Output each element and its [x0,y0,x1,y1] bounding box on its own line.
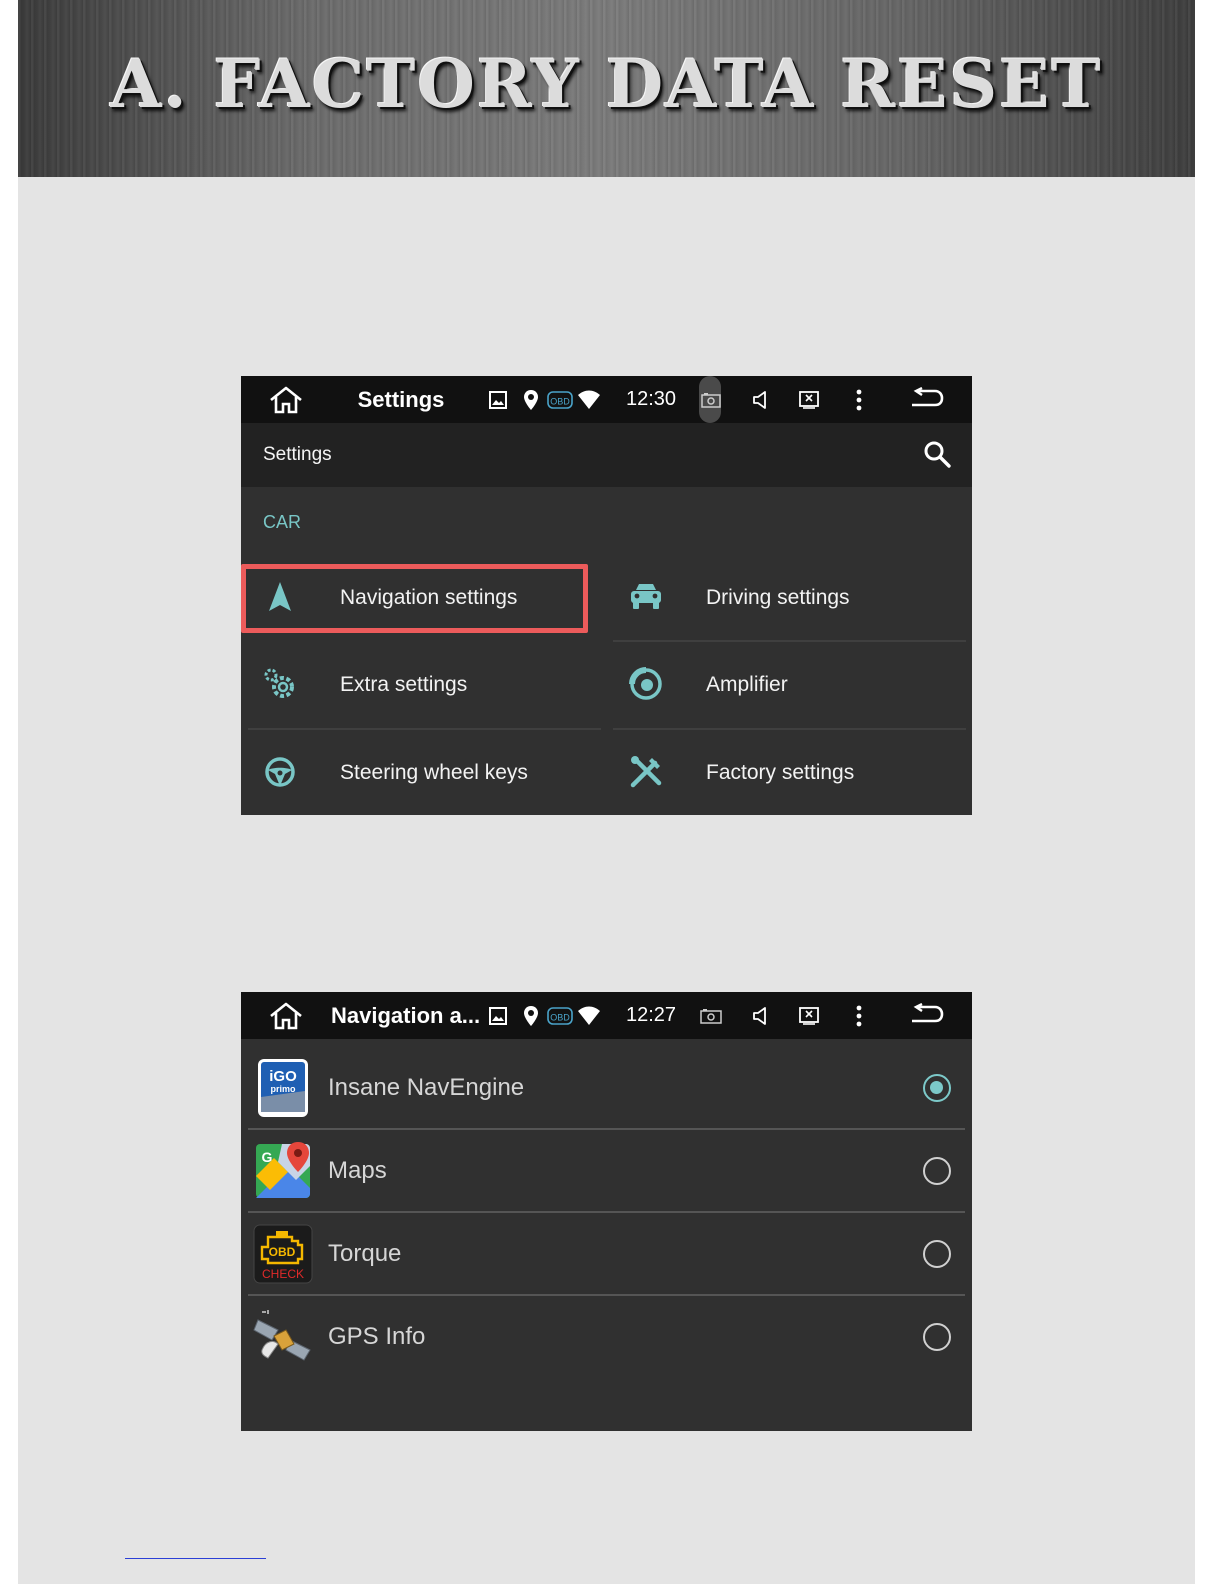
navigation-app-screenshot: Navigation a... OBD 12:27 iGO primo Insa… [241,992,972,1431]
gallery-icon [486,376,510,423]
torque-obd-icon: OBD CHECK [252,1223,314,1285]
nav-app-row[interactable]: iGO primo Insane NavEngine [248,1047,965,1129]
settings-app-title: Settings [263,444,332,465]
obd-icon: OBD [546,992,574,1039]
back-arrow-icon [912,386,944,406]
steering-wheel-keys-item[interactable]: Steering wheel keys [241,730,601,815]
google-maps-icon: G [252,1140,314,1202]
home-icon [270,1002,302,1029]
driving-settings-label: Driving settings [706,586,850,609]
extra-settings-item[interactable]: Extra settings [241,642,601,728]
settings-app-bar: Settings [241,423,972,487]
igo-logo-text: iGO [269,1068,297,1085]
camera-icon [700,1008,722,1024]
volume-button[interactable] [749,992,773,1039]
maps-g-text: G [262,1149,273,1165]
location-pin-icon [520,376,542,423]
status-bar: Settings OBD 12:30 [241,376,972,423]
gears-icon [261,665,299,703]
obd-badge-text: OBD [550,396,570,406]
primo-logo-text: primo [270,1084,296,1094]
extra-settings-label: Extra settings [340,673,468,696]
app-label: Maps [328,1157,387,1184]
back-arrow-icon [912,1002,944,1022]
wifi-icon [576,376,602,423]
nav-app-row[interactable]: GPS Info [248,1296,965,1378]
factory-settings-item[interactable]: Factory settings [607,730,967,815]
camera-icon [701,392,721,408]
status-bar: Navigation a... OBD 12:27 [241,992,972,1039]
tools-icon [627,753,665,791]
igo-primo-icon: iGO primo [252,1057,314,1119]
header-banner: A. FACTORY DATA RESET [18,0,1195,177]
status-title: Navigation a... [331,1002,481,1028]
close-window-button[interactable] [797,992,821,1039]
overflow-menu-button[interactable] [847,376,871,423]
overflow-menu-button[interactable] [847,992,871,1039]
status-title: Settings [357,386,445,412]
close-window-icon [799,1006,819,1025]
speaker-volume-icon [753,1006,766,1025]
radio-unselected[interactable] [923,1157,951,1185]
close-window-icon [799,390,819,409]
satellite-icon [252,1306,314,1368]
app-label: Torque [328,1240,402,1267]
back-button[interactable] [907,376,947,423]
status-time: 12:30 [625,388,677,410]
driving-settings-item[interactable]: Driving settings [607,555,967,641]
car-icon [627,578,665,616]
settings-screenshot: Settings OBD 12:30 Settings CAR Navigati… [241,376,972,815]
check-logo-text: CHECK [262,1267,304,1281]
obd-icon: OBD [546,376,574,423]
amplifier-item[interactable]: Amplifier [607,642,967,728]
obd-logo-text: OBD [269,1245,296,1259]
gallery-icon [486,992,510,1039]
home-icon [270,386,302,413]
factory-settings-label: Factory settings [706,761,855,784]
banner-title: A. FACTORY DATA RESET [110,44,1103,123]
app-label: GPS Info [328,1323,426,1350]
close-window-button[interactable] [797,376,821,423]
app-label: Insane NavEngine [328,1074,525,1101]
back-button[interactable] [907,992,947,1039]
footer-link-underline[interactable] [125,1558,266,1559]
steering-wheel-icon [261,753,299,791]
nav-app-row[interactable]: OBD CHECK Torque [248,1213,965,1295]
home-button[interactable] [265,376,307,423]
location-pin-icon [520,992,542,1039]
speaker-icon [627,665,665,703]
highlight-box [241,564,588,633]
radio-unselected[interactable] [923,1323,951,1351]
more-vertical-icon [856,389,862,410]
steering-wheel-keys-label: Steering wheel keys [340,761,528,784]
home-button[interactable] [265,992,307,1039]
section-label-car: CAR [263,512,302,532]
radio-unselected[interactable] [923,1240,951,1268]
nav-app-row[interactable]: G Maps [248,1130,965,1212]
more-vertical-icon [856,1005,862,1026]
volume-button[interactable] [749,376,773,423]
wifi-icon [576,992,602,1039]
radio-selected[interactable] [923,1074,951,1102]
search-icon [924,441,951,468]
speaker-volume-icon [753,390,766,409]
status-time: 12:27 [625,1004,677,1026]
obd-badge-text: OBD [550,1012,570,1022]
camera-button[interactable] [699,992,723,1039]
camera-button[interactable] [699,376,723,423]
search-button[interactable] [922,439,952,469]
amplifier-label: Amplifier [706,673,788,696]
